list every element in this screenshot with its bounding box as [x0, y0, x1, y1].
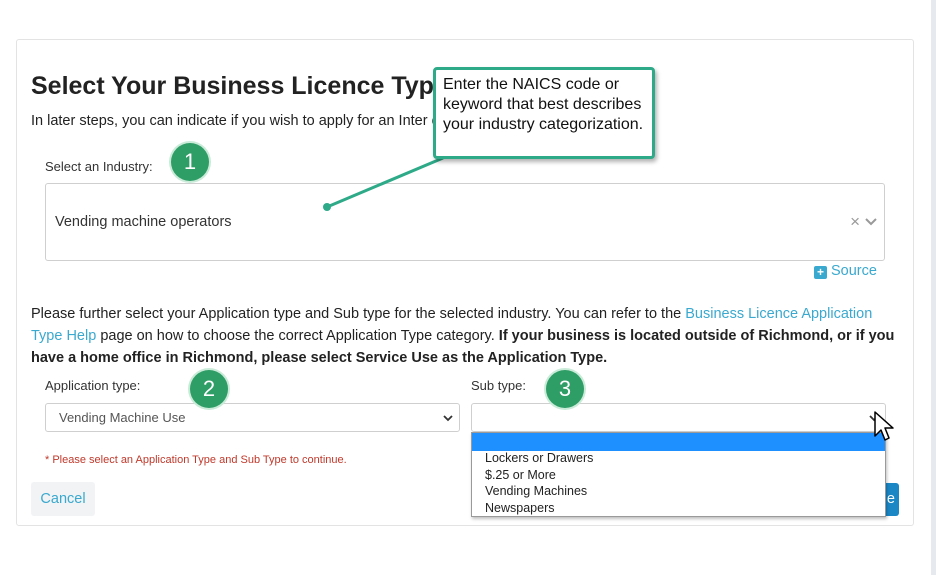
- industry-select[interactable]: Vending machine operators ×: [45, 183, 885, 261]
- plus-square-icon: +: [814, 266, 827, 279]
- dropdown-option[interactable]: Vending Machines: [485, 484, 587, 498]
- industry-label: Select an Industry:: [45, 159, 153, 174]
- sub-type-dropdown[interactable]: Lockers or Drawers $.25 or More Vending …: [471, 432, 886, 517]
- sub-type-select[interactable]: [471, 403, 886, 432]
- page-title: Select Your Business Licence Type: [31, 72, 448, 100]
- dropdown-option[interactable]: Newspapers: [485, 501, 554, 515]
- clear-icon[interactable]: ×: [850, 212, 860, 232]
- chevron-down-icon: [443, 415, 453, 422]
- sub-type-label: Sub type:: [471, 378, 526, 393]
- intro-text: In later steps, you can indicate if you …: [31, 113, 444, 129]
- continue-button-label: e: [886, 491, 895, 507]
- application-type-value: Vending Machine Use: [59, 410, 186, 425]
- mouse-cursor-icon: [874, 411, 894, 441]
- industry-value: Vending machine operators: [55, 214, 232, 230]
- source-link[interactable]: + Source: [814, 263, 877, 279]
- chevron-down-icon[interactable]: [864, 215, 878, 229]
- cancel-button[interactable]: Cancel: [31, 482, 95, 516]
- instructions-text-2: page on how to choose the correct Applic…: [96, 328, 499, 344]
- step-badge-2: 2: [190, 370, 228, 408]
- instructions-text-1: Please further select your Application t…: [31, 306, 686, 322]
- application-type-label: Application type:: [45, 378, 141, 393]
- step-badge-3: 3: [546, 370, 584, 408]
- annotation-callout: Enter the NAICS code or keyword that bes…: [433, 67, 655, 159]
- dropdown-option[interactable]: Lockers or Drawers: [485, 451, 593, 465]
- source-link-label: Source: [831, 263, 877, 279]
- instructions-paragraph: Please further select your Application t…: [31, 303, 901, 369]
- dropdown-option[interactable]: $.25 or More: [485, 468, 556, 482]
- step-badge-1: 1: [171, 143, 209, 181]
- validation-error: * Please select an Application Type and …: [45, 454, 347, 466]
- dropdown-option-empty[interactable]: [472, 433, 885, 451]
- application-type-select[interactable]: Vending Machine Use: [45, 403, 460, 432]
- window-edge: [931, 0, 936, 575]
